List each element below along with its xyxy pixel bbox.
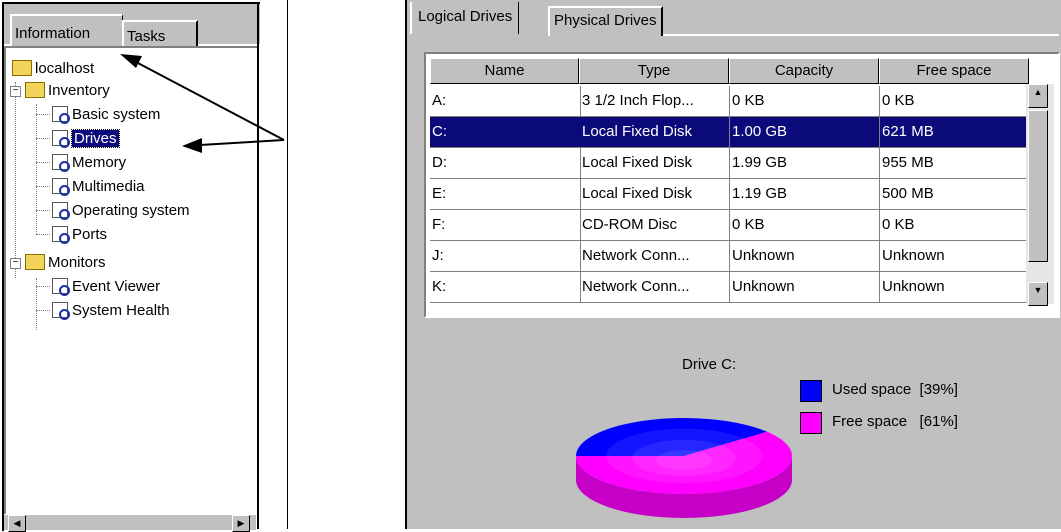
vertical-scrollbar[interactable]: ▲ ▼	[1026, 84, 1054, 306]
cell-capacity: 0 KB	[730, 210, 880, 241]
tree-node-memory[interactable]: Memory	[52, 152, 126, 174]
pie-shading-ring	[655, 450, 713, 470]
inventory-report-icon	[52, 202, 70, 221]
cell-free-space: 500 MB	[880, 179, 1027, 210]
tab-physical-drives[interactable]: Physical Drives	[548, 6, 663, 36]
cell-capacity: Unknown	[730, 241, 880, 272]
monitor-report-icon	[52, 278, 70, 297]
tree-guide-line	[36, 186, 50, 187]
collapse-icon[interactable]: −	[10, 257, 21, 269]
tree-guide-line	[36, 104, 37, 234]
cell-capacity: 1.19 GB	[730, 179, 880, 210]
tree-guide-line	[15, 82, 16, 278]
tree-node-drives[interactable]: Drives	[52, 128, 120, 150]
tree-guide-line	[36, 234, 50, 235]
tree-node-system-health[interactable]: System Health	[52, 300, 170, 322]
column-header-capacity[interactable]: Capacity	[729, 58, 879, 84]
cell-type: 3 1/2 Inch Flop...	[580, 86, 730, 117]
tree-guide-line	[36, 286, 50, 287]
tree-node-basic-system[interactable]: Basic system	[52, 104, 160, 126]
cell-capacity: Unknown	[730, 272, 880, 303]
tree-node-label: Operating system	[72, 202, 190, 219]
legend-swatch-free	[800, 412, 822, 434]
column-header-type[interactable]: Type	[579, 58, 729, 84]
drives-table: Name Type Capacity Free space A: 3 1/2 I…	[424, 52, 1060, 318]
pane-border	[257, 2, 259, 529]
navigation-tree: localhost − Inventory Basic system Drives…	[4, 46, 258, 518]
tree-node-monitors[interactable]: − Monitors	[10, 252, 106, 274]
tree-node-label: Monitors	[48, 254, 106, 271]
drive-usage-pie	[576, 418, 792, 518]
tree-node-label: Memory	[72, 154, 127, 171]
tree-node-label: Event Viewer	[72, 278, 161, 295]
cell-name: K:	[430, 272, 581, 303]
tree-node-inventory[interactable]: − Inventory	[10, 80, 110, 102]
monitor-report-icon	[52, 302, 70, 321]
tree-node-operating-system[interactable]: Operating system	[52, 200, 190, 222]
inventory-report-icon	[52, 226, 70, 245]
tree-node-label: Inventory	[48, 82, 110, 99]
tree-node-label: Ports	[72, 226, 108, 243]
inventory-report-icon	[52, 154, 70, 173]
cell-type: Local Fixed Disk	[580, 117, 730, 148]
inventory-report-icon	[52, 178, 70, 197]
cell-capacity: 1.00 GB	[730, 117, 880, 148]
cell-free-space: 0 KB	[880, 210, 1027, 241]
cell-capacity: 0 KB	[730, 86, 880, 117]
cell-type: Network Conn...	[580, 272, 730, 303]
tree-node-multimedia[interactable]: Multimedia	[52, 176, 145, 198]
tree-guide-line	[36, 114, 50, 115]
chart-title: Drive C:	[682, 356, 737, 373]
column-header-free-space[interactable]: Free space	[879, 58, 1029, 84]
cell-type: Local Fixed Disk	[580, 179, 730, 210]
tree-guide-line	[36, 310, 50, 311]
scroll-up-icon[interactable]: ▲	[1028, 84, 1048, 108]
cell-free-space: 0 KB	[880, 86, 1027, 117]
cell-name: A:	[430, 86, 581, 117]
cell-capacity: 1.99 GB	[730, 148, 880, 179]
scroll-right-icon[interactable]: ▶	[232, 515, 250, 532]
scrollbar-thumb[interactable]	[1028, 110, 1048, 262]
folder-icon	[12, 60, 32, 77]
cell-name: F:	[430, 210, 581, 241]
legend-label-free: Free space [61%]	[832, 413, 958, 430]
tree-node-ports[interactable]: Ports	[52, 224, 107, 246]
cell-type: Local Fixed Disk	[580, 148, 730, 179]
cell-name: J:	[430, 241, 581, 272]
tree-node-event-viewer[interactable]: Event Viewer	[52, 276, 160, 298]
cell-free-space: Unknown	[880, 241, 1027, 272]
scroll-down-icon[interactable]: ▼	[1028, 282, 1048, 306]
scroll-left-icon[interactable]: ◀	[8, 515, 26, 532]
cell-name: D:	[430, 148, 581, 179]
tree-node-label: Multimedia	[72, 178, 145, 195]
left-tabstrip: Information Tasks	[4, 4, 260, 52]
cell-name: C:	[430, 117, 581, 148]
legend-swatch-used	[800, 380, 822, 402]
folder-open-icon	[25, 82, 45, 99]
cell-free-space: 621 MB	[880, 117, 1027, 148]
cell-name: E:	[430, 179, 581, 210]
tree-node-localhost[interactable]: localhost	[12, 58, 94, 80]
tree-guide-line	[36, 138, 50, 139]
cell-type: CD-ROM Disc	[580, 210, 730, 241]
cell-free-space: Unknown	[880, 272, 1027, 303]
image-divider	[287, 0, 288, 529]
tree-node-label: Drives	[71, 129, 120, 148]
tree-node-label: localhost	[35, 60, 95, 77]
cell-type: Network Conn...	[580, 241, 730, 272]
folder-open-icon	[25, 254, 45, 271]
tree-guide-line	[36, 162, 50, 163]
horizontal-scrollbar[interactable]: ◀ ▶	[4, 514, 256, 532]
collapse-icon[interactable]: −	[10, 85, 21, 97]
inventory-report-icon	[52, 130, 70, 149]
cell-free-space: 955 MB	[880, 148, 1027, 179]
tree-node-label: System Health	[72, 302, 170, 319]
inventory-report-icon	[52, 106, 70, 125]
legend-label-used: Used space [39%]	[832, 381, 958, 398]
tree-guide-line	[36, 210, 50, 211]
tab-logical-drives[interactable]: Logical Drives	[410, 2, 520, 34]
tree-node-label: Basic system	[72, 106, 161, 123]
column-header-name[interactable]: Name	[430, 58, 579, 84]
